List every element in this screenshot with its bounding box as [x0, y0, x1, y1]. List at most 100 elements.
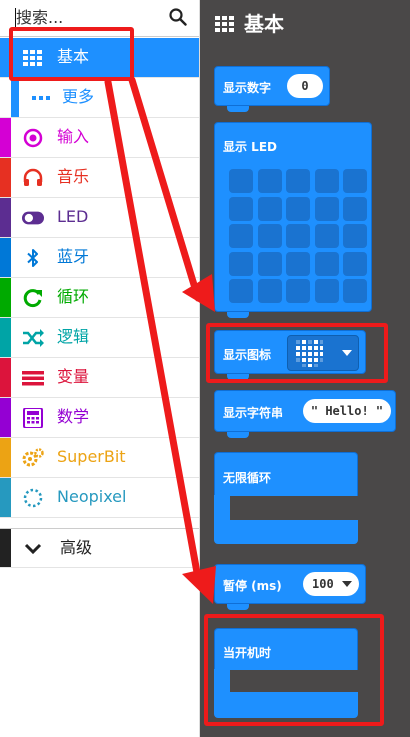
- category-math[interactable]: 数学: [0, 398, 199, 438]
- on-start-block[interactable]: 当开机时: [214, 628, 358, 670]
- category-label: 蓝牙: [57, 247, 90, 266]
- show-leds-block[interactable]: 显示 LED: [214, 122, 372, 318]
- led-cell[interactable]: [314, 196, 339, 221]
- string-input[interactable]: " Hello! ": [303, 399, 391, 423]
- forever-block[interactable]: 无限循环: [214, 452, 358, 496]
- show-string-block[interactable]: 显示字符串 " Hello! ": [214, 390, 396, 438]
- led-cell[interactable]: [257, 224, 282, 248]
- show-number-block[interactable]: 显示数字 0: [214, 66, 330, 112]
- block-label: 显示图标: [223, 348, 272, 362]
- block-label: 显示 LED: [223, 140, 277, 154]
- target-icon: [23, 128, 43, 148]
- gears-icon: [22, 448, 44, 467]
- led-cell[interactable]: [314, 251, 339, 276]
- category-color-bar: [0, 438, 11, 477]
- led-cell[interactable]: [229, 251, 253, 276]
- category-more[interactable]: 更多: [0, 78, 199, 118]
- category-neopixel[interactable]: Neopixel: [0, 478, 199, 518]
- led-cell[interactable]: [314, 279, 339, 303]
- dots-icon: [32, 96, 50, 100]
- led-cell[interactable]: [257, 169, 282, 193]
- category-loops[interactable]: 循环: [0, 278, 199, 318]
- category-color-bar: [0, 478, 11, 517]
- pause-value: 100: [312, 577, 334, 591]
- led-cell[interactable]: [229, 279, 253, 303]
- category-label: 高级: [60, 538, 93, 557]
- led-cell[interactable]: [286, 251, 310, 276]
- category-color-bar: [0, 358, 11, 397]
- grid-icon: [23, 50, 42, 66]
- category-label: 逻辑: [57, 327, 90, 346]
- category-advanced[interactable]: 高级: [0, 528, 199, 568]
- led-cell[interactable]: [229, 196, 253, 221]
- category-color-bar: [0, 529, 11, 567]
- category-color-bar: [0, 198, 11, 237]
- led-cell[interactable]: [343, 279, 367, 303]
- block-label: 暂停 (ms): [223, 579, 282, 593]
- block-label: 显示数字: [223, 81, 272, 95]
- category-label: 更多: [62, 87, 95, 106]
- category-label: 数学: [57, 407, 90, 426]
- category-label: SuperBit: [57, 447, 126, 466]
- led-cell[interactable]: [343, 224, 367, 248]
- block-label: 显示字符串: [223, 406, 284, 420]
- led-cell[interactable]: [257, 196, 282, 221]
- category-variables[interactable]: 变量: [0, 358, 199, 398]
- category-superbit[interactable]: SuperBit: [0, 438, 199, 478]
- category-label: 变量: [57, 367, 90, 386]
- led-cell[interactable]: [229, 224, 253, 248]
- search-icon[interactable]: [169, 8, 187, 26]
- show-icon-block[interactable]: 显示图标: [214, 330, 366, 380]
- led-cell[interactable]: [314, 224, 339, 248]
- toggle-icon: [22, 211, 44, 225]
- number-input[interactable]: 0: [287, 74, 323, 98]
- led-cell[interactable]: [286, 169, 310, 193]
- category-color-bar: [0, 278, 11, 317]
- loop-icon: [23, 289, 42, 308]
- led-cell[interactable]: [257, 251, 282, 276]
- category-basic[interactable]: 基本: [0, 38, 199, 78]
- category-bluetooth[interactable]: 蓝牙: [0, 238, 199, 278]
- category-color-bar: [0, 118, 11, 157]
- category-input[interactable]: 输入: [0, 118, 199, 158]
- block-notch: [227, 312, 249, 318]
- block-label: 当开机时: [223, 646, 272, 660]
- ring-icon: [23, 488, 43, 508]
- block-notch: [227, 106, 249, 112]
- forever-block-footer: [214, 520, 358, 544]
- category-color-bar: [0, 238, 11, 277]
- led-cell[interactable]: [314, 169, 339, 193]
- led-cell[interactable]: [257, 279, 282, 303]
- search-input[interactable]: [0, 4, 160, 30]
- text-caret: [15, 8, 16, 28]
- led-cell[interactable]: [343, 251, 367, 276]
- dropdown-arrow-icon: [342, 581, 352, 587]
- block-notch: [227, 374, 249, 380]
- led-cell[interactable]: [286, 224, 310, 248]
- pause-block[interactable]: 暂停 (ms) 100: [214, 564, 366, 610]
- heart-icon: [296, 340, 323, 367]
- category-label: 基本: [57, 47, 90, 66]
- search-bar: [0, 0, 199, 37]
- led-cell[interactable]: [343, 196, 367, 221]
- category-color-bar: [0, 318, 11, 357]
- shuffle-icon: [23, 329, 44, 347]
- bluetooth-icon: [27, 249, 38, 267]
- forever-block-slot: [230, 501, 252, 507]
- pause-dropdown[interactable]: 100: [303, 572, 359, 596]
- led-cell[interactable]: [343, 169, 367, 193]
- flyout-title: 基本: [244, 12, 284, 36]
- list-icon: [22, 371, 44, 386]
- icon-dropdown[interactable]: [287, 335, 359, 371]
- category-logic[interactable]: 逻辑: [0, 318, 199, 358]
- category-music[interactable]: 音乐: [0, 158, 199, 198]
- category-led[interactable]: LED: [0, 198, 199, 238]
- led-cell[interactable]: [286, 279, 310, 303]
- block-notch: [227, 432, 249, 438]
- category-color-bar: [0, 158, 11, 197]
- block-label: 无限循环: [223, 471, 272, 485]
- calculator-icon: [23, 408, 43, 428]
- grid-icon: [215, 16, 234, 32]
- led-cell[interactable]: [286, 196, 310, 221]
- led-cell[interactable]: [229, 169, 253, 193]
